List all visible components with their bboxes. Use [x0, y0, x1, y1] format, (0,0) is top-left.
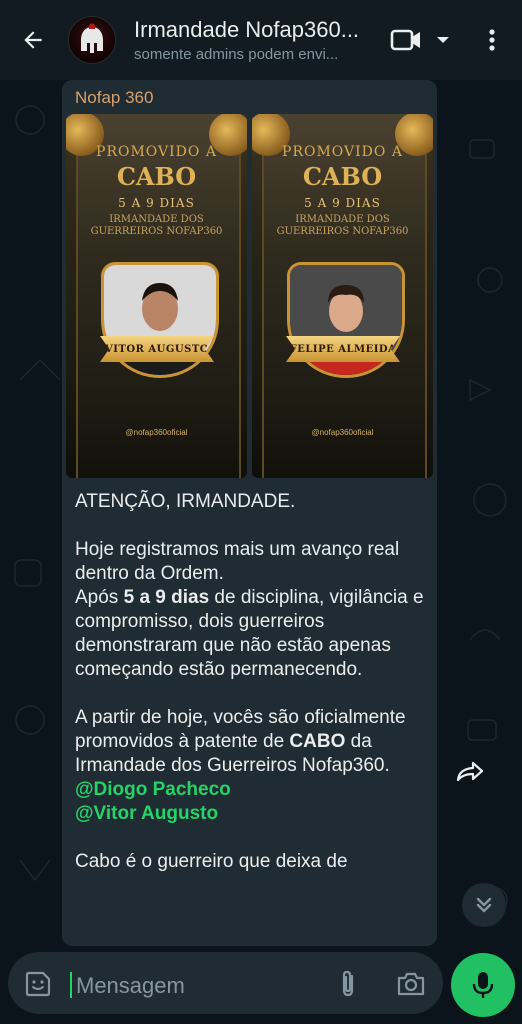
instagram-handle: @nofap360oficial [125, 428, 188, 437]
instagram-handle: @nofap360oficial [311, 428, 374, 437]
message-paragraph-4: Cabo é o guerreiro que deixa de [75, 851, 348, 872]
promo-heading: PROMOVIDO A [96, 144, 217, 160]
promotion-image-1[interactable]: PROMOVIDO A CABO 5 A 9 DIAS IRMANDADE DO… [66, 114, 247, 478]
mention-link[interactable]: @Vitor Augusto [75, 803, 218, 824]
name-ribbon: FELIPE ALMEIDA [286, 336, 400, 362]
promo-group-line1: IRMANDADE DOS [295, 214, 390, 225]
message-composer [8, 952, 443, 1014]
double-chevron-down-icon [476, 897, 492, 913]
promo-group: IRMANDADE DOS GUERREIROS NOFAP360 [252, 214, 433, 238]
spartan-helmet-icon [81, 23, 103, 53]
promo-rank: CABO [302, 162, 383, 191]
message-text-segment: Após [75, 587, 124, 608]
camera-icon[interactable] [396, 971, 426, 997]
message-sender: Nofap 360 [75, 88, 154, 107]
video-camera-icon [390, 29, 420, 51]
attachment-clip-icon[interactable] [336, 969, 360, 999]
scroll-to-bottom-button[interactable] [462, 883, 506, 927]
text-cursor [70, 972, 72, 998]
back-arrow-icon[interactable] [20, 27, 46, 53]
forward-icon[interactable] [455, 758, 485, 784]
more-options-icon[interactable] [482, 24, 502, 56]
chat-title-area[interactable]: Irmandade Nofap360... somente admins pod… [134, 17, 370, 63]
promotion-image-2[interactable]: PROMOVIDO A CABO 5 A 9 DIAS IRMANDADE DO… [252, 114, 433, 478]
bold-text: CABO [289, 731, 346, 752]
sticker-emoji-icon[interactable] [24, 970, 52, 998]
chat-header: Irmandade Nofap360... somente admins pod… [0, 0, 522, 80]
message-input[interactable] [74, 970, 318, 1002]
message-paragraph-1: ATENÇÃO, IRMANDADE. [75, 491, 296, 512]
name-ribbon: VITOR AUGUSTO [100, 336, 214, 362]
group-status: somente admins podem envi... [134, 46, 339, 63]
message-paragraph-2: Hoje registramos mais um avanço real den… [75, 538, 427, 682]
mention-link[interactable]: @Diogo Pacheco [75, 779, 231, 800]
message-line: Hoje registramos mais um avanço real den… [75, 539, 400, 584]
group-avatar[interactable] [68, 16, 116, 64]
video-call-button[interactable] [390, 24, 450, 56]
group-name: Irmandade Nofap360... [134, 17, 360, 42]
bold-text: 5 a 9 dias [123, 587, 210, 608]
promo-days: 5 A 9 DIAS [118, 196, 195, 210]
promo-group-line2: GUERREIROS NOFAP360 [276, 226, 409, 237]
promo-group-line2: GUERREIROS NOFAP360 [90, 226, 223, 237]
promo-rank: CABO [116, 162, 197, 191]
promo-heading: PROMOVIDO A [282, 144, 403, 160]
promo-group-line1: IRMANDADE DOS [109, 214, 204, 225]
voice-message-button[interactable] [451, 953, 515, 1017]
promo-days: 5 A 9 DIAS [304, 196, 381, 210]
chevron-down-icon [437, 37, 449, 43]
message-text: ATENÇÃO, IRMANDADE. Hoje registramos mai… [75, 490, 427, 898]
microphone-icon [472, 972, 494, 998]
promo-group: IRMANDADE DOS GUERREIROS NOFAP360 [66, 214, 247, 238]
message-paragraph-3: A partir de hoje, vocês são oficialmente… [75, 706, 427, 826]
message-bubble[interactable]: Nofap 360 PROMOVIDO A CABO 5 A 9 DIAS IR… [62, 80, 437, 946]
